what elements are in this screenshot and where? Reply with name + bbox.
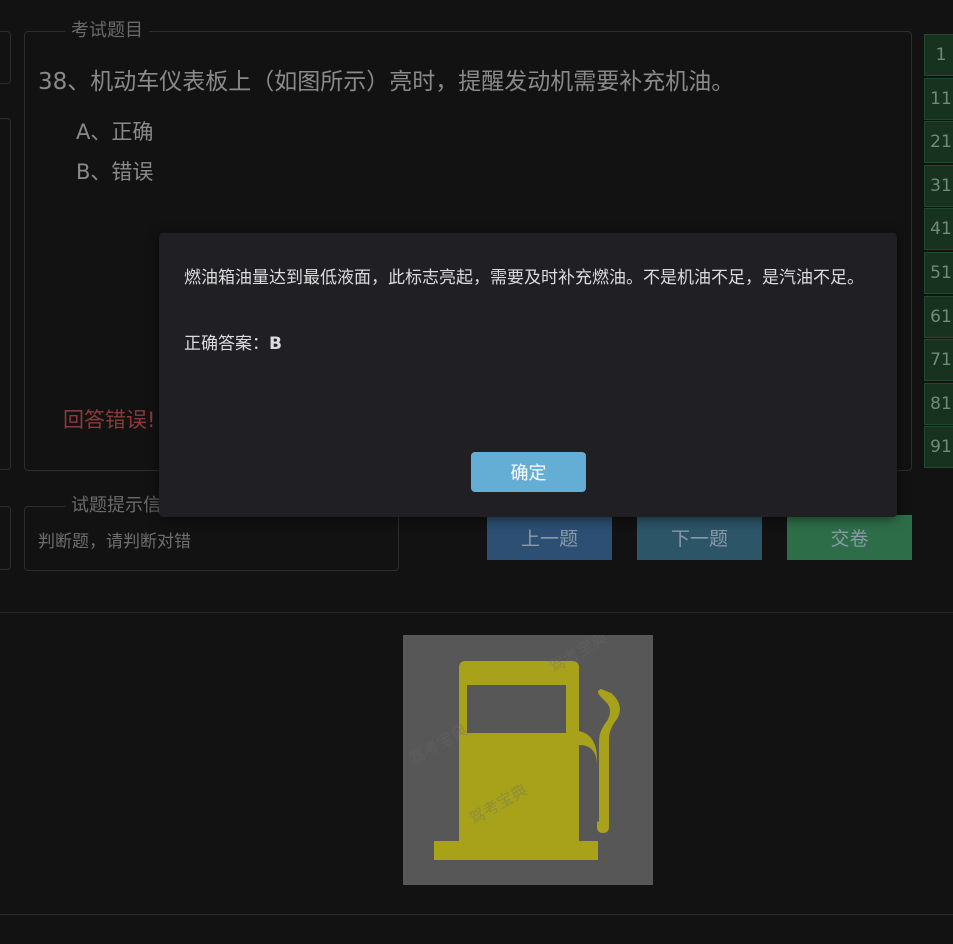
question-number-cell[interactable]: 51 <box>924 251 953 294</box>
left-panel-edge <box>0 506 11 570</box>
answer-result: 回答错误! <box>63 408 156 432</box>
question-number-cell[interactable]: 41 <box>924 208 953 251</box>
prev-question-button[interactable]: 上一题 <box>487 515 612 560</box>
left-panel-edge <box>0 31 11 84</box>
question-number-cell[interactable]: 21 <box>924 121 953 164</box>
correct-answer-value: B <box>269 334 282 354</box>
correct-answer-label: 正确答案： <box>184 334 269 354</box>
hint-panel-legend: 试题提示信 <box>65 496 167 516</box>
option-a[interactable]: A、正确 <box>76 116 153 146</box>
correct-answer: 正确答案：B <box>184 329 282 354</box>
question-number-grid: 1 11 21 31 41 51 61 71 81 91 <box>924 34 953 470</box>
section-divider <box>0 612 953 613</box>
question-number-cell[interactable]: 61 <box>924 295 953 338</box>
left-panel-edge <box>0 118 11 470</box>
question-panel-legend: 考试题目 <box>65 21 149 41</box>
next-question-button[interactable]: 下一题 <box>637 515 762 560</box>
question-number-cell[interactable]: 31 <box>924 164 953 207</box>
question-number-cell[interactable]: 1 <box>924 34 953 76</box>
question-number-cell[interactable]: 91 <box>924 426 953 469</box>
question-number-cell[interactable]: 11 <box>924 77 953 120</box>
fuel-pump-warning-icon: 驾考宝典 驾考宝典 驾考宝典 <box>406 628 620 860</box>
explanation-dialog: 燃油箱油量达到最低液面，此标志亮起，需要及时补充燃油。不是机油不足，是汽油不足。… <box>159 233 897 517</box>
section-divider <box>0 914 953 915</box>
explanation-text: 燃油箱油量达到最低液面，此标志亮起，需要及时补充燃油。不是机油不足，是汽油不足。 <box>184 268 864 288</box>
hint-text: 判断题，请判断对错 <box>38 532 191 552</box>
option-b[interactable]: B、错误 <box>76 156 153 186</box>
question-image: 驾考宝典 驾考宝典 驾考宝典 <box>403 628 653 885</box>
question-number-cell[interactable]: 71 <box>924 339 953 382</box>
question-number-cell[interactable]: 81 <box>924 382 953 425</box>
confirm-button[interactable]: 确定 <box>471 452 586 492</box>
question-text: 38、机动车仪表板上（如图所示）亮时，提醒发动机需要补充机油。 <box>38 69 735 95</box>
exam-page: 考试题目 38、机动车仪表板上（如图所示）亮时，提醒发动机需要补充机油。 A、正… <box>0 0 953 944</box>
submit-exam-button[interactable]: 交卷 <box>787 515 912 560</box>
